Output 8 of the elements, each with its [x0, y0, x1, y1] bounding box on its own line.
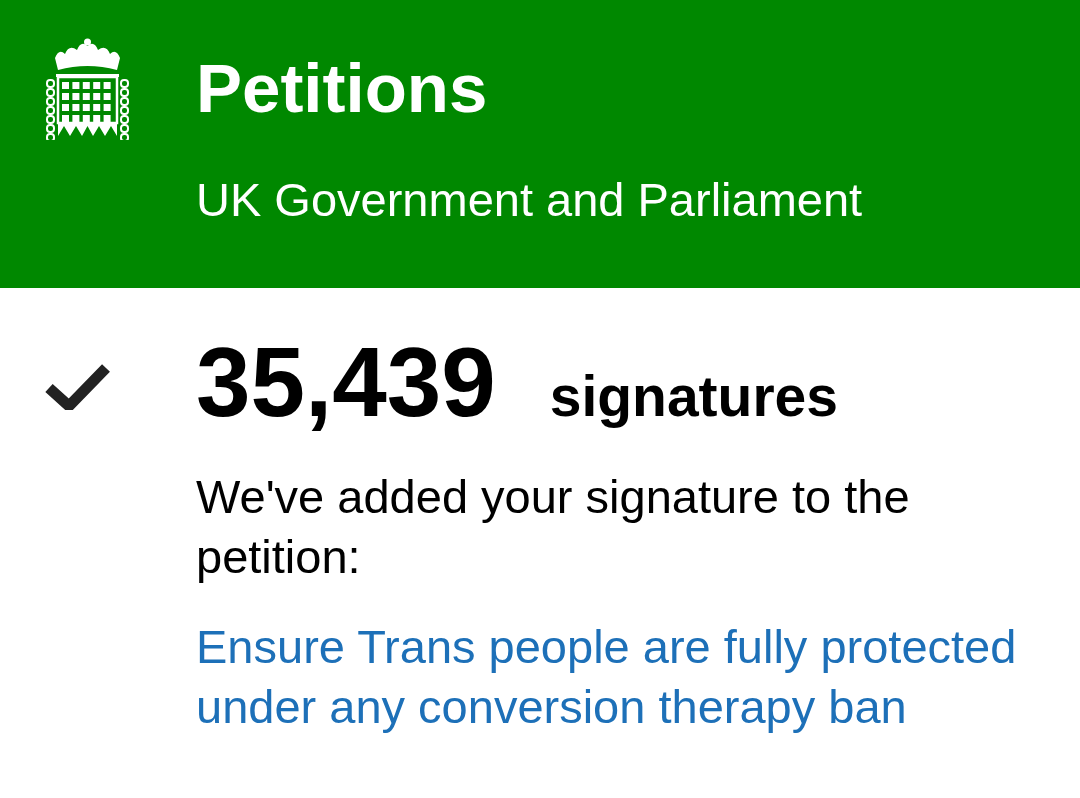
portcullis-logo-icon — [45, 38, 130, 140]
petition-link[interactable]: Ensure Trans people are fully protected under any conversion therapy ban — [196, 617, 1056, 737]
site-title[interactable]: Petitions — [196, 51, 863, 127]
confirmation-message: We've added your signature to the petition: — [196, 469, 911, 585]
signatures-label: signatures — [549, 366, 838, 426]
site-subtitle: UK Government and Parliament — [196, 173, 863, 227]
check-icon — [45, 362, 110, 410]
signature-count: 35,439 — [196, 332, 496, 432]
